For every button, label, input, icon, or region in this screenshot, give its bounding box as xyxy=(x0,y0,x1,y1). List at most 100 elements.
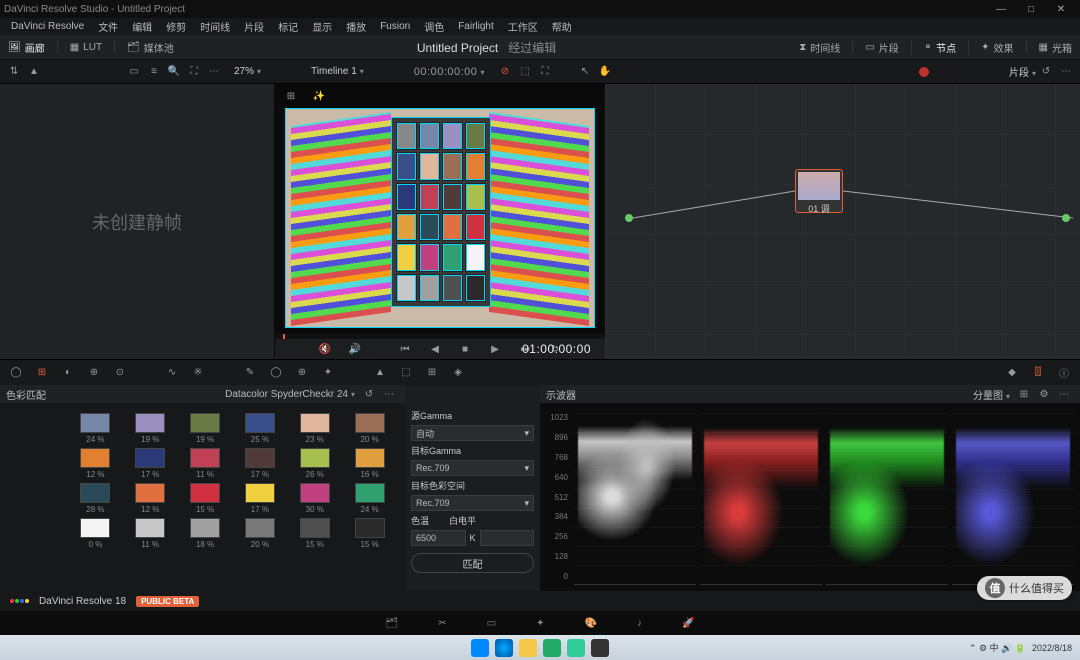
src-gamma-select[interactable]: 自动▾ xyxy=(411,425,534,441)
search-icon[interactable]: 🔍 xyxy=(164,62,184,82)
swatch-cell[interactable]: 15 % xyxy=(289,518,340,549)
swatch-cell[interactable]: 17 % xyxy=(234,448,285,479)
menu-item[interactable]: Fusion xyxy=(380,21,410,32)
chart-select[interactable]: Datacolor SpyderCheckr 24 xyxy=(225,389,355,400)
graph-input[interactable] xyxy=(625,214,633,222)
warper-icon[interactable]: ※ xyxy=(188,363,208,383)
windows-taskbar[interactable]: ⌃ ⚙ 中 🔊 🔋 2022/8/18 xyxy=(0,635,1080,660)
menu-item[interactable]: 工作区 xyxy=(508,19,538,34)
motion-icon[interactable]: ⊙ xyxy=(110,363,130,383)
swatch-cell[interactable]: 17 % xyxy=(125,448,176,479)
corrector-node-01[interactable]: 01 调 xyxy=(795,169,843,213)
view-list-icon[interactable]: ≡ xyxy=(144,62,164,82)
graph-output[interactable] xyxy=(1062,214,1070,222)
swatch-cell[interactable]: 30 % xyxy=(289,483,340,514)
swatch-cell[interactable]: 11 % xyxy=(125,518,176,549)
highlight-icon[interactable]: ⬚ xyxy=(515,62,535,82)
swatch-cell[interactable]: 24 % xyxy=(344,483,395,514)
marker-icon[interactable]: ▲ xyxy=(24,62,44,82)
volume-icon[interactable]: 🔊 xyxy=(345,339,365,359)
node-editor[interactable]: 01 调 xyxy=(605,84,1080,359)
magic-icon[interactable]: ✦ xyxy=(318,363,338,383)
menu-item[interactable]: Fairlight xyxy=(458,21,494,32)
reset-icon[interactable]: ↺ xyxy=(359,384,379,404)
media-page-icon[interactable]: 🗂 xyxy=(386,618,399,629)
close-button[interactable]: ✕ xyxy=(1046,4,1076,15)
colormatch-icon[interactable]: ⊞ xyxy=(32,363,52,383)
temp-input[interactable]: 6500 xyxy=(411,530,466,546)
fairlight-page-icon[interactable]: ♪ xyxy=(637,618,642,629)
swatch-cell[interactable]: 15 % xyxy=(344,518,395,549)
mediapool-toggle[interactable]: 🗂 媒体池 xyxy=(119,35,182,59)
swatch-cell[interactable]: 0 % xyxy=(70,518,121,549)
swatch-cell[interactable]: 23 % xyxy=(289,413,340,444)
wheels-icon[interactable]: ◯ xyxy=(6,363,26,383)
maximize-button[interactable]: □ xyxy=(1016,4,1046,15)
match-button[interactable]: 匹配 xyxy=(411,553,534,573)
swatch-cell[interactable]: 20 % xyxy=(344,413,395,444)
play-icon[interactable]: ▶ xyxy=(485,339,505,359)
menu-item[interactable]: 时间线 xyxy=(200,19,230,34)
stills-pane[interactable]: 未创建静帧 xyxy=(0,84,275,359)
resolve-task-icon[interactable] xyxy=(591,639,609,657)
clip-select[interactable]: 片段 xyxy=(1009,64,1036,79)
3d-icon[interactable]: ◈ xyxy=(448,363,468,383)
viewer-canvas[interactable] xyxy=(275,102,605,334)
explorer-icon[interactable] xyxy=(519,639,537,657)
swatch-cell[interactable]: 24 % xyxy=(70,413,121,444)
tgt-cs-select[interactable]: Rec.709▾ xyxy=(411,495,534,511)
swatch-cell[interactable]: 17 % xyxy=(234,483,285,514)
scope-mode-select[interactable]: 分量图 xyxy=(973,387,1010,402)
cut-page-icon[interactable]: ✂ xyxy=(438,618,446,629)
keyframe-icon[interactable]: ◆ xyxy=(1002,363,1022,383)
effects-toggle[interactable]: ✦ 效果 xyxy=(973,35,1021,59)
scopes-icon[interactable]: ⫿⫿ xyxy=(1028,363,1048,383)
swatch-cell[interactable]: 25 % xyxy=(234,413,285,444)
key-icon[interactable]: ⬚ xyxy=(396,363,416,383)
swatch-cell[interactable]: 15 % xyxy=(180,483,231,514)
swatch-cell[interactable]: 12 % xyxy=(125,483,176,514)
edit-page-icon[interactable]: ▭ xyxy=(487,618,496,629)
swatch-cell[interactable]: 12 % xyxy=(70,448,121,479)
swatch-cell[interactable]: 16 % xyxy=(344,448,395,479)
scope-options-icon[interactable]: ⊞ xyxy=(1014,384,1034,404)
swatch-cell[interactable]: 20 % xyxy=(234,518,285,549)
swatch-cell[interactable]: 19 % xyxy=(125,413,176,444)
stop-icon[interactable]: ■ xyxy=(455,339,475,359)
nodes-toggle[interactable]: ⚬ 节点 xyxy=(916,35,964,59)
bypass-icon[interactable]: ⊘ xyxy=(495,62,515,82)
swatch-cell[interactable]: 28 % xyxy=(70,483,121,514)
rgbmixer-icon[interactable]: ⊕ xyxy=(84,363,104,383)
menu-item[interactable]: 帮助 xyxy=(552,19,572,34)
window-icon[interactable]: ◯ xyxy=(266,363,286,383)
prev-frame-icon[interactable]: ◀ xyxy=(425,339,445,359)
hdr-icon[interactable]: ◐ xyxy=(58,363,78,383)
swatch-cell[interactable]: 18 % xyxy=(180,518,231,549)
menu-item[interactable]: 显示 xyxy=(312,19,332,34)
sort-icon[interactable]: ⇅ xyxy=(4,62,24,82)
more-icon[interactable]: ⋯ xyxy=(379,384,399,404)
white-input[interactable] xyxy=(480,530,535,546)
expand-icon[interactable]: ⛶ xyxy=(535,62,555,82)
reset-node-icon[interactable]: ↺ xyxy=(1036,62,1056,82)
menu-item[interactable]: 播放 xyxy=(346,19,366,34)
lut-toggle[interactable]: ▦ LUT xyxy=(62,35,110,59)
node-options-icon[interactable]: ⋯ xyxy=(1056,62,1076,82)
zoom-select[interactable]: 27% xyxy=(234,66,261,77)
scope-more-icon[interactable]: ⋯ xyxy=(1054,384,1074,404)
menu-item[interactable]: 调色 xyxy=(424,19,444,34)
hand-icon[interactable]: ✋ xyxy=(595,62,615,82)
swatch-cell[interactable]: 11 % xyxy=(180,448,231,479)
first-frame-icon[interactable]: ⏮ xyxy=(395,339,415,359)
menu-item[interactable]: 标记 xyxy=(278,19,298,34)
gallery-toggle[interactable]: 🖼 画廊 xyxy=(0,35,53,59)
deliver-page-icon[interactable]: 🚀 xyxy=(682,618,694,629)
timeline-toggle[interactable]: ⧗ 时间线 xyxy=(791,35,848,59)
qualifier-icon[interactable]: ✎ xyxy=(240,363,260,383)
wechat-icon[interactable] xyxy=(567,639,585,657)
mute-icon[interactable]: 🔇 xyxy=(315,339,335,359)
swatch-cell[interactable]: 19 % xyxy=(180,413,231,444)
fullscreen-icon[interactable]: ⛶ xyxy=(184,62,204,82)
fusion-page-icon[interactable]: ✦ xyxy=(536,618,544,629)
clips-toggle[interactable]: ▭ 片段 xyxy=(857,35,906,59)
